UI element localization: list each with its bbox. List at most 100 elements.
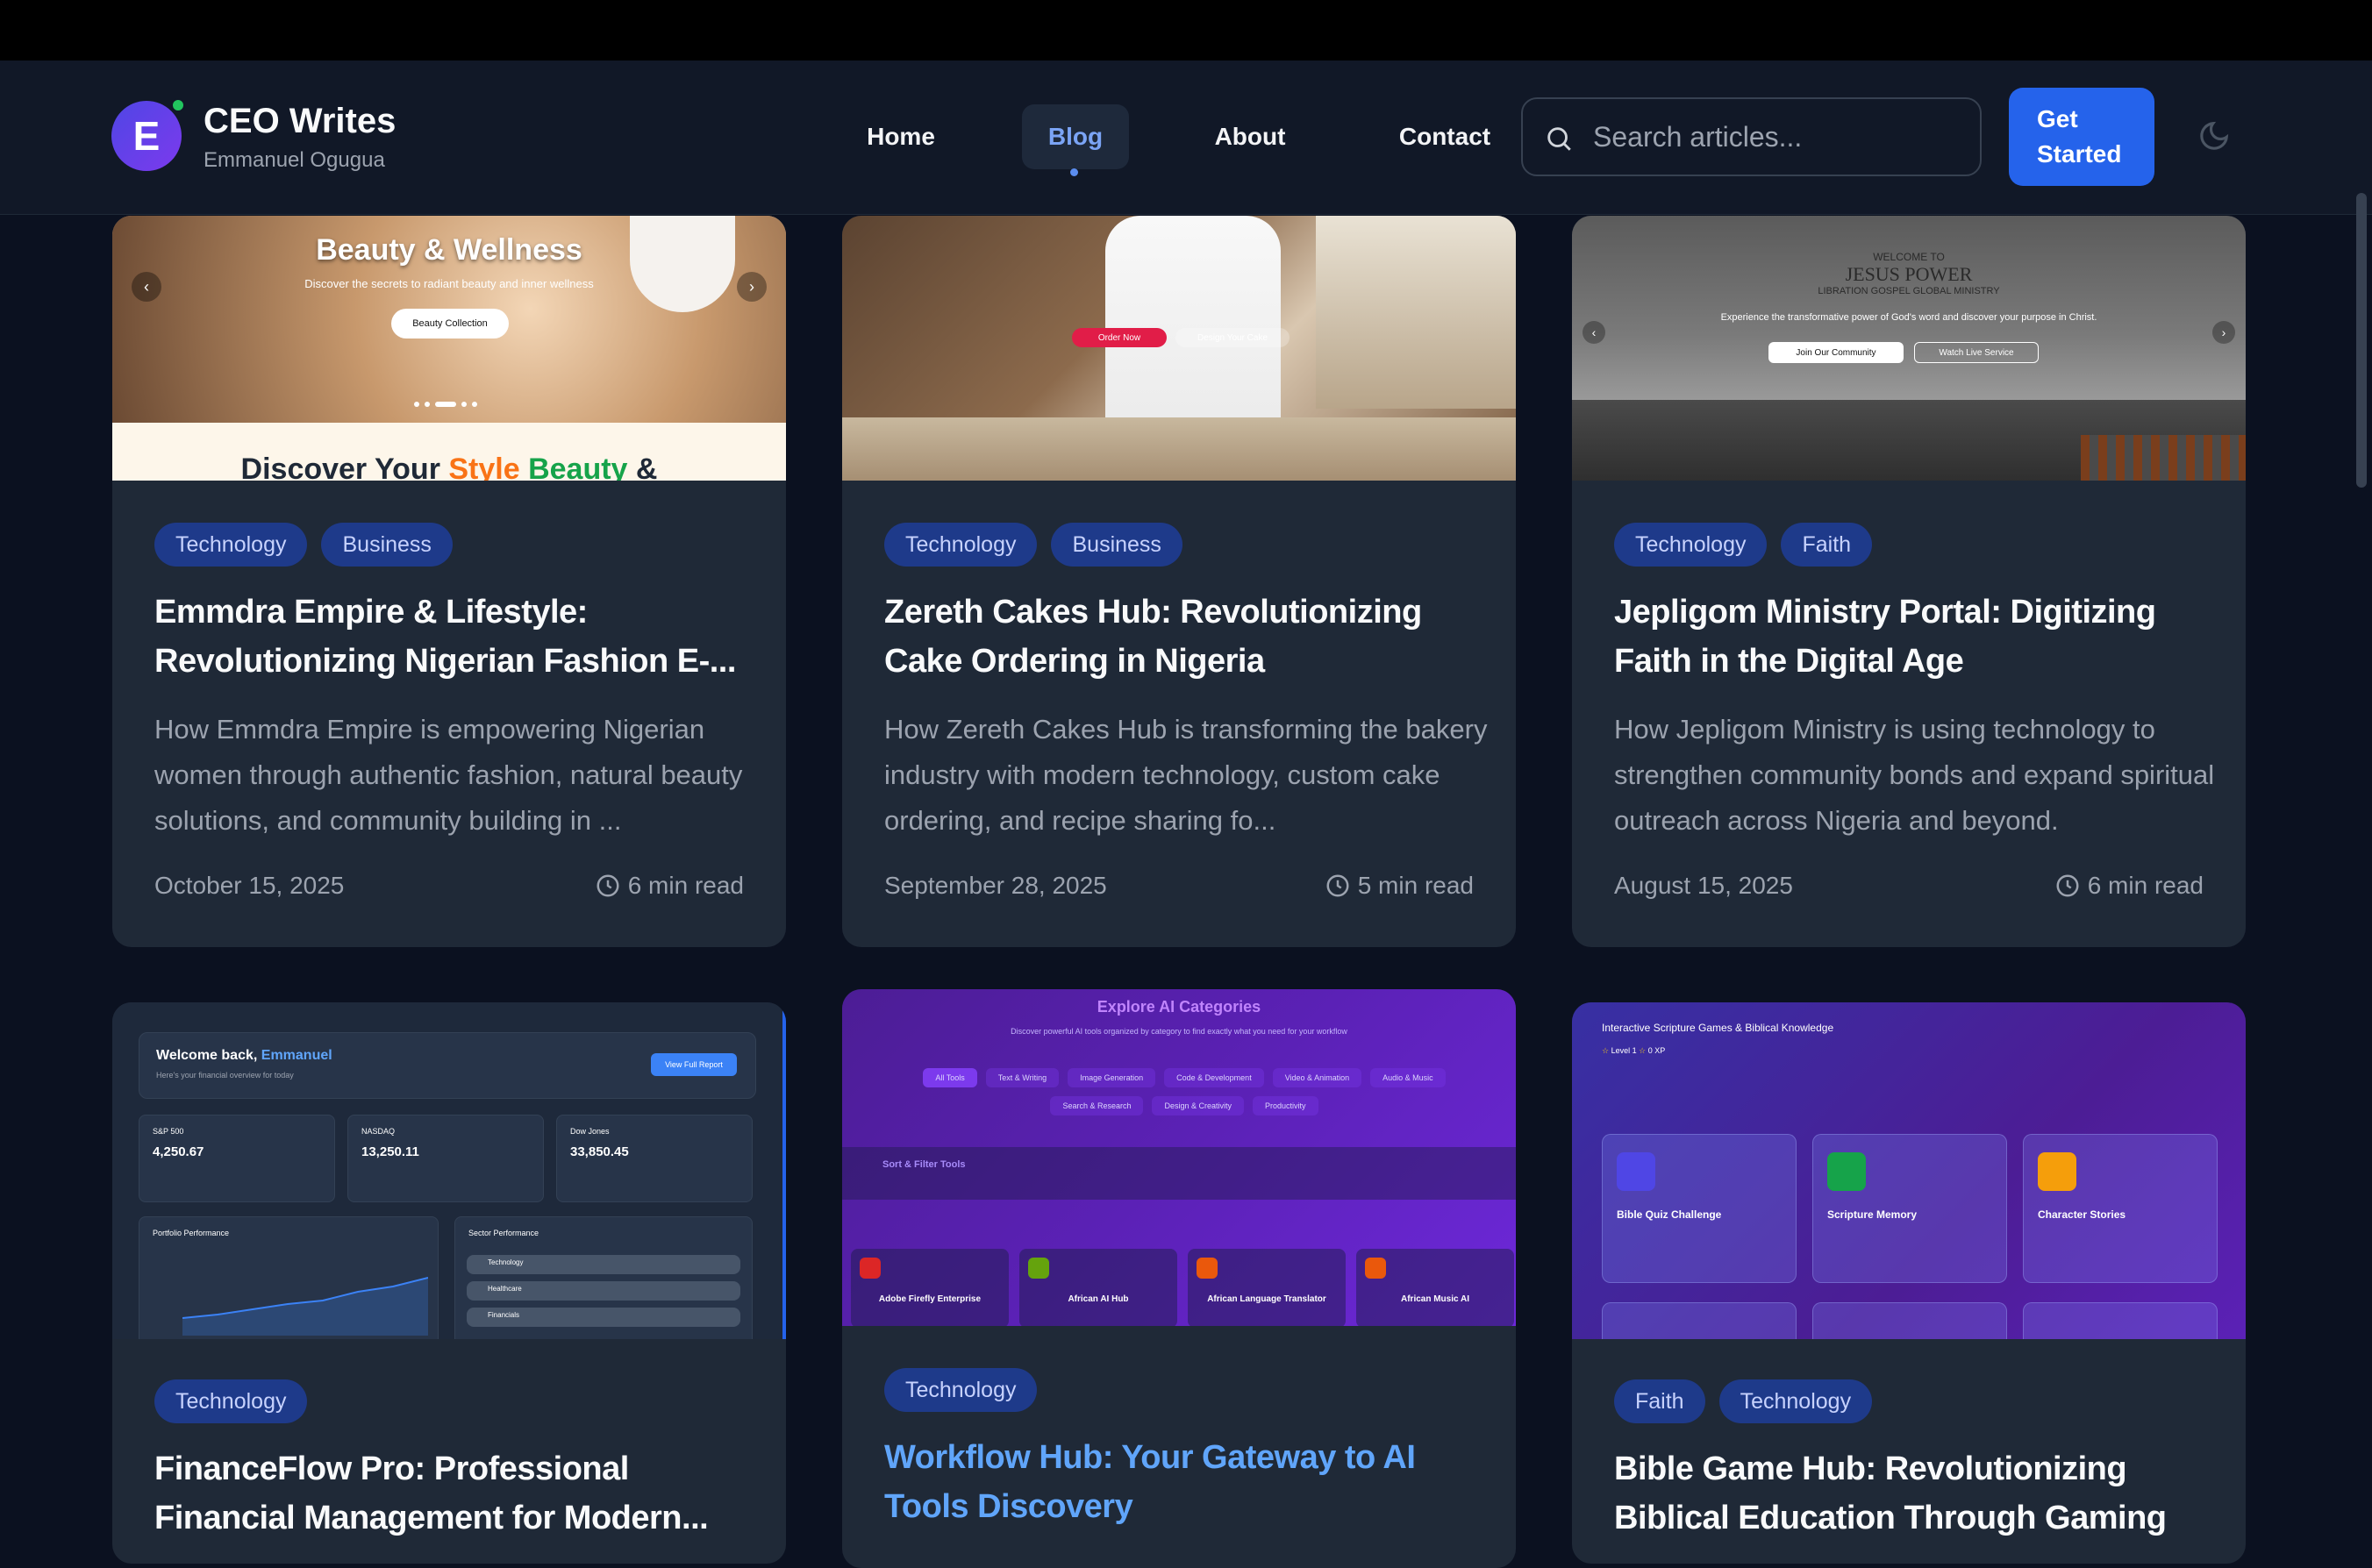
game-title: Bible Quiz Challenge	[1617, 1208, 1722, 1221]
ai-tool-name: Adobe Firefly Enterprise	[878, 1294, 982, 1304]
post-card[interactable]: Interactive Scripture Games & Biblical K…	[1572, 1002, 2246, 1564]
bible-game-card: Scripture Memory	[1812, 1134, 2007, 1283]
site-logo[interactable]: E	[111, 101, 182, 171]
tag[interactable]: Technology	[1718, 1379, 1873, 1423]
get-started-button[interactable]: Get Started	[2009, 88, 2154, 186]
thumb-report-button: View Full Report	[651, 1053, 737, 1076]
sector-label: Healthcare	[488, 1285, 522, 1293]
index-name: Dow Jones	[570, 1127, 610, 1136]
brand-title[interactable]: CEO Writes	[204, 102, 396, 141]
ai-tool-list: Adobe Firefly Enterprise African AI Hub Af…	[842, 1249, 1516, 1326]
read-time-label: 6 min read	[2087, 872, 2204, 899]
carousel-next-icon: ›	[2212, 321, 2235, 344]
tag-list: Technology	[154, 1379, 308, 1423]
ai-category-chip: Search & Research	[1050, 1096, 1144, 1115]
tag[interactable]: Technology	[884, 523, 1038, 567]
nav-home[interactable]: Home	[839, 104, 963, 169]
carousel-prev-icon: ‹	[132, 272, 161, 302]
ai-category-chip: Video & Animation	[1272, 1068, 1362, 1087]
nav-blog[interactable]: Blog	[1022, 104, 1129, 169]
nav-contact[interactable]: Contact	[1377, 104, 1512, 169]
carousel-dots	[414, 402, 477, 407]
tag[interactable]: Technology	[1614, 523, 1768, 567]
theme-toggle-moon-icon[interactable]	[2197, 119, 2231, 153]
thumb-line3: LIBRATION GOSPEL GLOBAL MINISTRY	[1818, 286, 2000, 296]
post-card[interactable]: Beauty & Wellness Discover the secrets t…	[112, 216, 786, 947]
ai-tool-card: African Music AI	[1356, 1249, 1514, 1326]
bible-game-card	[1602, 1302, 1797, 1339]
game-title: Character Stories	[2038, 1208, 2126, 1221]
post-card[interactable]: WELCOME TO JESUS POWER LIBRATION GOSPEL …	[1572, 216, 2246, 947]
post-date: August 15, 2025	[1614, 872, 1793, 899]
tag-list: Technology	[884, 1368, 1038, 1412]
tag[interactable]: Technology	[154, 1379, 308, 1423]
tag[interactable]: Faith	[1781, 523, 1873, 567]
ai-tool-icon	[860, 1258, 881, 1279]
thumb-watch-button: Watch Live Service	[1914, 342, 2039, 363]
post-thumbnail: Beauty & Wellness Discover the secrets t…	[112, 216, 786, 481]
tag[interactable]: Technology	[884, 1368, 1038, 1412]
game-icon	[1827, 1152, 1866, 1191]
tag-list: Technology Business	[884, 523, 1182, 567]
tag-list: Technology Business	[154, 523, 453, 567]
nav-about[interactable]: About	[1193, 104, 1307, 169]
clock-icon	[1326, 874, 1349, 897]
panel-title: Sector Performance	[468, 1229, 539, 1237]
post-card[interactable]: Welcome back, Emmanuel Here's your finan…	[112, 1002, 786, 1564]
carousel-prev-icon: ‹	[1583, 321, 1605, 344]
post-date: October 15, 2025	[154, 872, 345, 899]
panel-title: Portfolio Performance	[153, 1229, 230, 1237]
thumb-design-button: Design Your Cake	[1175, 328, 1290, 347]
ai-tool-icon	[1197, 1258, 1218, 1279]
search-input[interactable]	[1593, 120, 1961, 153]
tag[interactable]: Business	[321, 523, 453, 567]
index-name: S&P 500	[153, 1127, 184, 1136]
thumb-button: Beauty Collection	[391, 309, 509, 339]
ai-tool-icon	[1365, 1258, 1386, 1279]
ai-tool-card: Adobe Firefly Enterprise	[851, 1249, 1009, 1326]
tag[interactable]: Technology	[154, 523, 308, 567]
search-icon	[1547, 127, 1571, 151]
sector-label: Technology	[488, 1258, 524, 1266]
post-title[interactable]: Jepligom Ministry Portal: Digitizing Fai…	[1614, 588, 2211, 686]
bible-game-card: Character Stories	[2023, 1134, 2218, 1283]
tag[interactable]: Business	[1051, 523, 1182, 567]
thumb-level: ☆ Level 1 ☆ 0 XP	[1602, 1046, 1666, 1055]
thumb-subtitle: Interactive Scripture Games & Biblical K…	[1602, 1022, 1834, 1034]
read-time: 6 min read	[2054, 872, 2204, 900]
online-status-dot	[171, 98, 185, 112]
index-value: 13,250.11	[361, 1144, 419, 1159]
tag[interactable]: Faith	[1614, 1379, 1705, 1423]
post-title[interactable]: Emmdra Empire & Lifestyle: Revolutionizi…	[154, 588, 751, 686]
brand-subtitle: Emmanuel Ogugua	[204, 148, 385, 172]
thumb-join-button: Join Our Community	[1768, 342, 1904, 363]
thumb-order-button: Order Now	[1072, 328, 1167, 347]
ai-tool-name: African Music AI	[1401, 1294, 1469, 1304]
post-card[interactable]: Explore AI Categories Discover powerful …	[842, 989, 1516, 1568]
tag-list: Faith Technology	[1614, 1379, 1873, 1423]
bible-game-card	[2023, 1302, 2218, 1339]
bible-game-card: Bible Quiz Challenge	[1602, 1134, 1797, 1283]
post-title[interactable]: Zereth Cakes Hub: Revolutionizing Cake O…	[884, 588, 1481, 686]
post-card[interactable]: Order Now Design Your Cake Technology Bu…	[842, 216, 1516, 947]
post-title[interactable]: FinanceFlow Pro: Professional Financial …	[154, 1444, 751, 1543]
ai-category-chip: Design & Creativity	[1152, 1096, 1245, 1115]
post-title[interactable]: Bible Game Hub: Revolutionizing Biblical…	[1614, 1444, 2211, 1543]
search-box[interactable]	[1521, 97, 1982, 176]
thumb-subtitle: Discover the secrets to radiant beauty a…	[304, 277, 594, 290]
post-thumbnail: Welcome back, Emmanuel Here's your finan…	[112, 1002, 786, 1339]
post-title[interactable]: Workflow Hub: Your Gateway to AI Tools D…	[884, 1433, 1481, 1531]
ai-tool-card: African Language Translator	[1188, 1249, 1346, 1326]
bible-game-list: Bible Quiz Challenge Scripture Memory Char…	[1602, 1134, 2225, 1339]
clock-icon	[597, 874, 619, 897]
read-time-label: 6 min read	[627, 872, 744, 899]
page-scrollbar[interactable]	[2356, 193, 2367, 488]
thumb-subtitle: Discover powerful AI tools organized by …	[1011, 1027, 1347, 1036]
post-date: September 28, 2025	[884, 872, 1107, 899]
thumb-subtitle: Here's your financial overview for today	[156, 1071, 294, 1080]
thumb-heading: Explore AI Categories	[1097, 998, 1261, 1016]
ai-category-chips: All Tools Text & Writing Image Generation C…	[877, 1068, 1491, 1115]
thumb-subtitle: Experience the transformative power of G…	[1720, 312, 2097, 323]
index-value: 33,850.45	[570, 1144, 629, 1159]
post-thumbnail: Interactive Scripture Games & Biblical K…	[1572, 1002, 2246, 1339]
